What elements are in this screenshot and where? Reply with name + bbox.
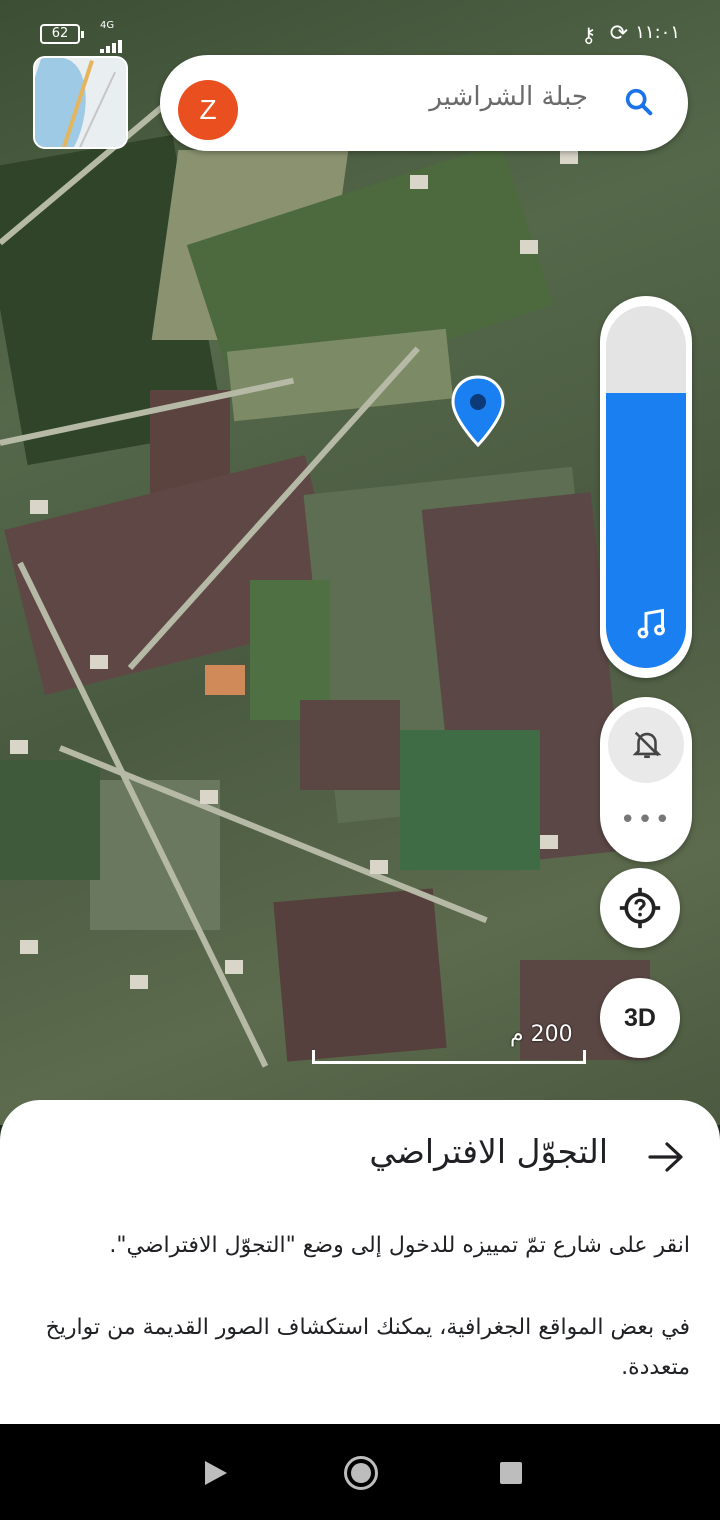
- battery-indicator: 62: [40, 24, 84, 44]
- map-building: [370, 860, 388, 874]
- back-icon[interactable]: [203, 1460, 229, 1486]
- map-building: [540, 835, 558, 849]
- sheet-title: التجوّل الافتراضي: [369, 1132, 608, 1171]
- map-tile: [250, 580, 330, 720]
- sync-icon: ⟳: [609, 21, 628, 46]
- map-building: [130, 975, 148, 989]
- clock: ١١:٠١: [635, 22, 680, 43]
- status-bar: 62 4G ⚷ ⟳ ١١:٠١: [0, 0, 720, 62]
- more-options-button[interactable]: •••: [600, 805, 692, 835]
- scale-label: 200 م: [510, 1022, 573, 1047]
- map-building: [225, 960, 243, 974]
- mute-button[interactable]: [608, 707, 684, 783]
- help-location-icon: [619, 887, 661, 929]
- map-building: [20, 940, 38, 954]
- signal-icon: [100, 32, 124, 53]
- scale-bar: [312, 1050, 586, 1064]
- search-icon[interactable]: [622, 85, 656, 119]
- sheet-description: في بعض المواقع الجغرافية، يمكنك استكشاف …: [45, 1315, 690, 1380]
- map-tile: [300, 700, 400, 790]
- map-building: [560, 150, 578, 164]
- sheet-instruction: انقر على شارع تمّ تمييزه للدخول إلى وضع …: [109, 1233, 690, 1258]
- home-icon[interactable]: [344, 1456, 378, 1490]
- recent-apps-icon[interactable]: [500, 1462, 522, 1484]
- map-building: [90, 655, 108, 669]
- search-query[interactable]: جبلة الشراشير: [429, 82, 588, 112]
- map-building: [410, 175, 428, 189]
- map-building: [30, 500, 48, 514]
- system-nav-bar: [0, 1424, 720, 1520]
- map-tile: [400, 730, 540, 870]
- volume-slider[interactable]: [606, 306, 686, 668]
- bell-off-icon: [632, 731, 662, 759]
- search-bar[interactable]: Z جبلة الشراشير: [160, 55, 688, 151]
- map-tile: [273, 888, 447, 1062]
- key-icon: ⚷: [581, 23, 596, 47]
- street-view-sheet: التجوّل الافتراضي انقر على شارع تمّ تميي…: [0, 1100, 720, 1424]
- volume-panel[interactable]: [600, 296, 692, 678]
- location-marker-icon[interactable]: [450, 375, 506, 447]
- layers-minimap-button[interactable]: [33, 56, 128, 149]
- map-building: [520, 240, 538, 254]
- music-note-icon: [637, 608, 665, 639]
- map-building: [10, 740, 28, 754]
- map-tile: [0, 760, 100, 880]
- sound-mode-panel: •••: [600, 697, 692, 862]
- network-type: 4G: [100, 20, 115, 31]
- map-building: [205, 665, 245, 695]
- 3d-toggle-button[interactable]: 3D: [600, 978, 680, 1058]
- avatar[interactable]: Z: [178, 80, 238, 140]
- arrow-right-icon[interactable]: [646, 1140, 686, 1174]
- street-view-help-button[interactable]: [600, 868, 680, 948]
- map-building: [200, 790, 218, 804]
